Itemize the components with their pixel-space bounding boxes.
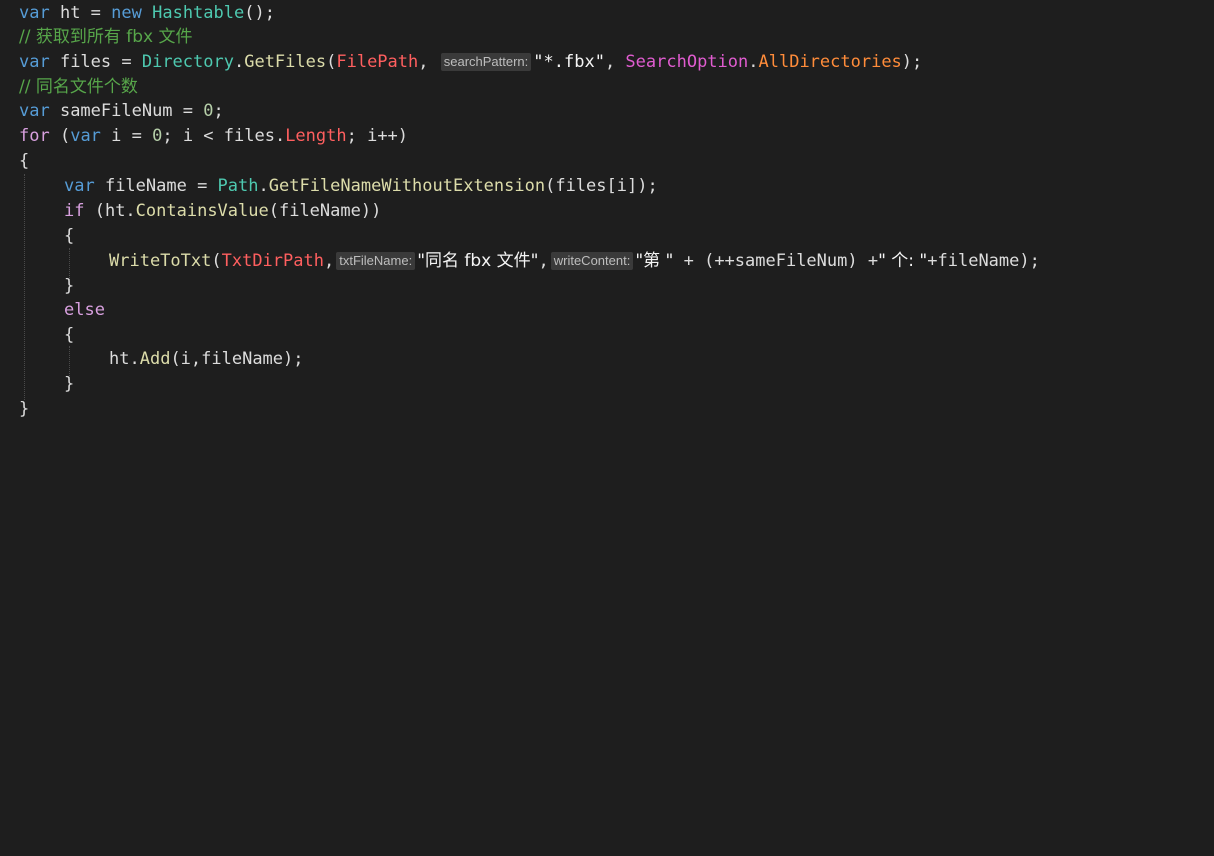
field-name: FilePath [336, 52, 419, 72]
keyword: new [111, 3, 142, 23]
code-line-13[interactable]: else [64, 298, 105, 322]
code-text: ht = [49, 3, 112, 23]
code-text: ); [901, 52, 923, 72]
enum-member: AllDirectories [758, 52, 902, 72]
code-text: ; i < files. [162, 126, 286, 146]
brace: } [64, 276, 75, 296]
code-text: . [233, 52, 245, 72]
parameter-hint: searchPattern: [440, 53, 532, 71]
field-name: TxtDirPath [221, 251, 324, 271]
code-text: ; i++) [346, 126, 409, 146]
code-line-2[interactable]: // 获取到所有 fbx 文件 [19, 25, 193, 49]
code-text: ( [49, 126, 71, 146]
code-line-4[interactable]: // 同名文件个数 [19, 75, 138, 99]
code-text: , [538, 251, 549, 271]
code-line-16[interactable]: } [64, 372, 74, 396]
code-line-6[interactable]: for (var i = 0; i < files.Length; i++) [19, 124, 408, 148]
code-text: i = [100, 126, 153, 146]
code-text: +fileName); [927, 251, 1040, 271]
code-line-15[interactable]: ht.Add(i,fileName); [109, 347, 304, 371]
number-literal: 0 [152, 126, 163, 146]
code-line-10[interactable]: { [64, 224, 74, 248]
string-literal: " 个: " [878, 251, 928, 271]
code-text: ( [211, 251, 222, 271]
code-text: ( [326, 52, 337, 72]
keyword: var [19, 101, 50, 121]
parameter-hint: writeContent: [550, 252, 634, 270]
brace: } [64, 374, 75, 394]
code-line-12[interactable]: } [64, 274, 74, 298]
method-name: GetFiles [244, 52, 327, 72]
comment: // 获取到所有 fbx 文件 [19, 27, 193, 47]
code-editor[interactable]: var ht = new Hashtable(); // 获取到所有 fbx 文… [0, 0, 1214, 428]
code-text: sameFileNum = [49, 101, 204, 121]
code-text: ; [213, 101, 224, 121]
type-name: Path [217, 176, 259, 196]
code-line-3[interactable]: var files = Directory.GetFiles(FilePath,… [19, 50, 922, 74]
code-line-1[interactable]: var ht = new Hashtable(); [19, 1, 275, 25]
string-literal: "第 " [635, 251, 674, 271]
code-text: , [323, 251, 335, 271]
method-name: ContainsValue [135, 201, 269, 221]
keyword: var [19, 3, 50, 23]
enum-type: SearchOption [625, 52, 749, 72]
string-literal: "*.fbx" [533, 52, 605, 72]
code-text: (i,fileName); [170, 349, 304, 369]
code-text: ht. [109, 349, 140, 369]
method-name: WriteToTxt [109, 251, 212, 271]
code-line-9[interactable]: if (ht.ContainsValue(fileName)) [64, 199, 381, 223]
code-line-11[interactable]: WriteToTxt(TxtDirPath, txtFileName: "同名 fb… [109, 249, 1040, 273]
brace: { [64, 226, 75, 246]
brace: { [64, 325, 75, 345]
code-text: (fileName)) [268, 201, 382, 221]
parameter-hint: txtFileName: [336, 252, 416, 270]
indent-guide [24, 174, 25, 400]
code-line-7[interactable]: { [19, 149, 29, 173]
code-text: , [604, 52, 626, 72]
code-text: (); [244, 3, 275, 23]
number-literal: 0 [203, 101, 214, 121]
code-text: (files[i]); [545, 176, 658, 196]
comment: // 同名文件个数 [19, 77, 138, 97]
control-keyword: if [64, 201, 85, 221]
code-line-5[interactable]: var sameFileNum = 0; [19, 99, 224, 123]
keyword: var [64, 176, 95, 196]
brace: { [19, 151, 30, 171]
control-keyword: for [19, 126, 50, 146]
code-line-14[interactable]: { [64, 323, 74, 347]
code-text: . [258, 176, 269, 196]
string-literal: "同名 fbx 文件" [417, 251, 539, 271]
code-text: (ht. [84, 201, 136, 221]
method-name: Add [139, 349, 171, 369]
keyword: var [70, 126, 101, 146]
property-name: Length [285, 126, 347, 146]
code-text: fileName = [94, 176, 218, 196]
brace: } [19, 399, 30, 419]
type-name: Hashtable [152, 3, 245, 23]
keyword: var [19, 52, 50, 72]
code-text: , [418, 52, 439, 72]
control-keyword: else [64, 300, 105, 320]
code-text: . [748, 52, 759, 72]
code-line-17[interactable]: } [19, 397, 29, 421]
type-name: Directory [141, 52, 234, 72]
code-text: files = [49, 52, 142, 72]
code-line-8[interactable]: var fileName = Path.GetFileNameWithoutEx… [64, 174, 658, 198]
code-text: + (++sameFileNum) + [673, 251, 879, 271]
method-name: GetFileNameWithoutExtension [268, 176, 546, 196]
